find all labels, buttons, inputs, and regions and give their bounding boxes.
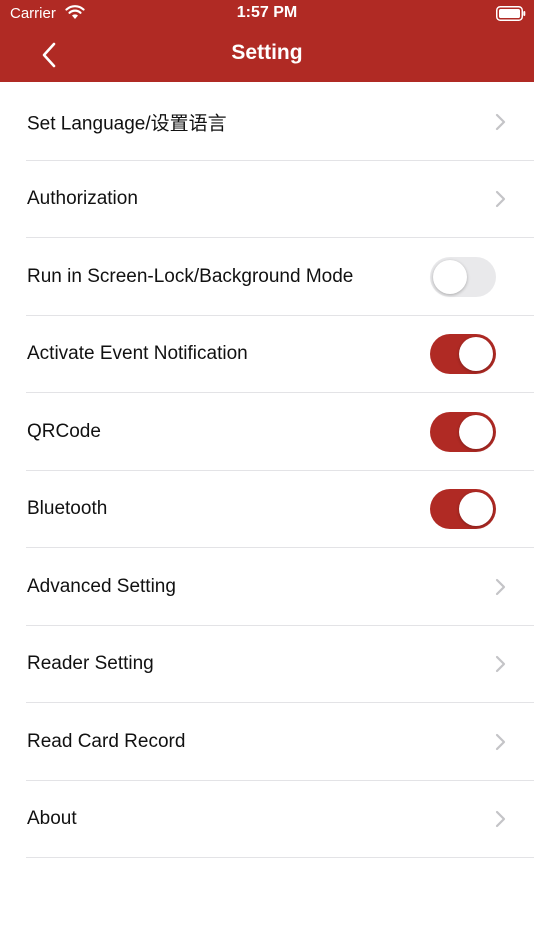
toggle-knob [433,259,467,294]
chevron-right-icon [495,656,506,673]
settings-row-language[interactable]: Set Language/设置语言 [0,83,534,161]
chevron-right-icon [495,733,506,750]
settings-row-event-notification: Activate Event Notification [0,316,534,394]
chevron-right-icon [495,578,506,595]
settings-row-about[interactable]: About [0,781,534,859]
row-label: Reader Setting [27,653,154,675]
page-title: Setting [231,41,303,64]
row-label: Run in Screen-Lock/Background Mode [27,265,354,287]
row-label: QRCode [27,420,101,442]
chevron-right-icon [495,113,506,130]
event-notification-toggle[interactable] [430,334,496,375]
battery-icon [496,6,526,21]
settings-row-authorization[interactable]: Authorization [0,161,534,239]
row-label: Bluetooth [27,498,108,520]
navigation-bar: Carrier 1:57 PM Setting [0,0,534,82]
row-label: Authorization [27,188,138,210]
row-label: Advanced Setting [27,575,176,597]
settings-row-read-card-record[interactable]: Read Card Record [0,703,534,781]
row-label: Read Card Record [27,730,186,752]
toggle-knob [459,337,493,372]
settings-list: Set Language/设置语言 Authorization Run in S… [0,83,534,858]
qrcode-toggle[interactable] [430,411,496,452]
settings-row-background-mode: Run in Screen-Lock/Background Mode [0,238,534,316]
background-mode-toggle[interactable] [430,256,496,297]
settings-row-reader-setting[interactable]: Reader Setting [0,626,534,704]
bluetooth-toggle[interactable] [430,489,496,530]
status-time: 1:57 PM [236,4,298,21]
chevron-right-icon [495,811,506,828]
row-label: Activate Event Notification [27,343,248,365]
toggle-knob [459,414,493,449]
row-label: About [27,808,77,830]
toggle-knob [459,492,493,527]
settings-row-bluetooth: Bluetooth [0,471,534,549]
chevron-right-icon [495,191,506,208]
settings-row-qrcode: QRCode [0,393,534,471]
settings-row-advanced-setting[interactable]: Advanced Setting [0,548,534,626]
row-label: Set Language/设置语言 [27,113,227,135]
